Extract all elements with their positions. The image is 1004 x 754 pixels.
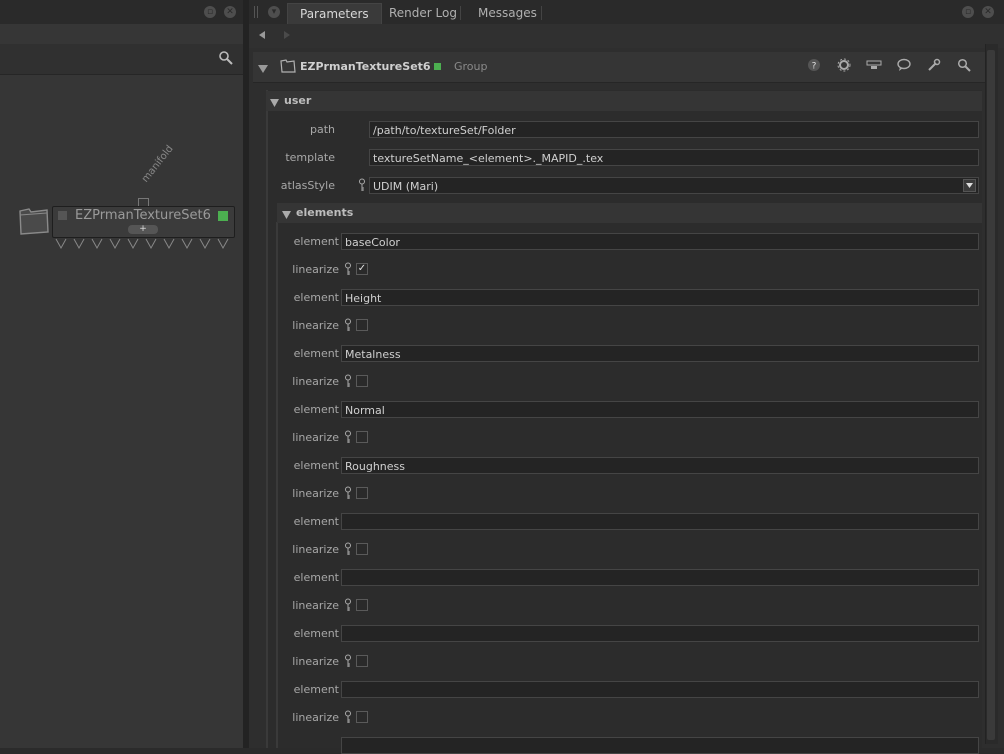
- tab-separator: [460, 6, 461, 20]
- key-icon[interactable]: [358, 178, 366, 195]
- node-graph-toolbar: [0, 44, 243, 75]
- template-field[interactable]: textureSetName_<element>._MAPID_.tex: [369, 149, 979, 166]
- scrollbar-thumb[interactable]: [987, 50, 995, 740]
- element-label: element: [293, 347, 339, 360]
- close-pane-icon[interactable]: ✕: [224, 6, 236, 18]
- node-view-flag[interactable]: [218, 211, 228, 221]
- linearize-checkbox[interactable]: [356, 599, 368, 611]
- key-icon[interactable]: [344, 486, 352, 503]
- triangle-left-icon[interactable]: [257, 30, 267, 43]
- element-label: element: [293, 515, 339, 528]
- linearize-label: linearize: [292, 599, 339, 612]
- linearize-label: linearize: [292, 375, 339, 388]
- template-label: template: [285, 151, 335, 164]
- pane-menu-icon[interactable]: ▾: [268, 6, 280, 18]
- layout-icon[interactable]: [866, 58, 882, 74]
- element-field[interactable]: [341, 625, 979, 642]
- tab-render-log[interactable]: Render Log: [377, 3, 469, 24]
- tab-messages[interactable]: Messages: [466, 3, 549, 24]
- help-icon[interactable]: ?: [806, 58, 822, 74]
- element-label: element: [293, 627, 339, 640]
- key-icon[interactable]: [344, 262, 352, 279]
- collapse-arrow-icon[interactable]: [270, 97, 279, 110]
- close-pane-icon[interactable]: ✕: [982, 6, 994, 18]
- element-label: element: [293, 403, 339, 416]
- linearize-checkbox[interactable]: [356, 487, 368, 499]
- element-label: element: [293, 291, 339, 304]
- linearize-checkbox[interactable]: [356, 655, 368, 667]
- node-graph-pane[interactable]: [0, 0, 243, 748]
- key-icon[interactable]: [344, 542, 352, 559]
- gear-icon[interactable]: [836, 58, 852, 74]
- float-pane-icon[interactable]: ▫: [204, 6, 216, 18]
- collapse-arrow-icon[interactable]: [258, 63, 268, 76]
- path-field[interactable]: /path/to/textureSet/Folder: [369, 121, 979, 138]
- tab-parameters[interactable]: Parameters: [287, 3, 382, 25]
- node-type-label: Group: [454, 60, 488, 73]
- linearize-label: linearize: [292, 655, 339, 668]
- element-label: element: [293, 683, 339, 696]
- linearize-label: linearize: [292, 431, 339, 444]
- add-port-button[interactable]: +: [128, 225, 158, 234]
- atlas-style-dropdown[interactable]: UDIM (Mari): [369, 177, 979, 194]
- key-icon[interactable]: [344, 374, 352, 391]
- magnifier-icon[interactable]: [956, 58, 972, 74]
- linearize-label: linearize: [292, 263, 339, 276]
- svg-text:?: ?: [812, 62, 817, 72]
- linearize-checkbox[interactable]: [356, 375, 368, 387]
- element-field[interactable]: baseColor: [341, 233, 979, 250]
- folder-icon: [280, 59, 296, 76]
- tab-separator: [541, 6, 542, 20]
- linearize-checkbox[interactable]: ✓: [356, 263, 368, 275]
- wrench-icon[interactable]: [926, 58, 942, 74]
- triangle-right-icon[interactable]: [282, 30, 292, 43]
- linearize-checkbox[interactable]: [356, 319, 368, 331]
- output-ports[interactable]: [55, 238, 235, 253]
- element-label: element: [293, 571, 339, 584]
- node-name-label[interactable]: EZPrmanTextureSet6: [300, 60, 431, 73]
- linearize-checkbox[interactable]: [356, 431, 368, 443]
- path-label: path: [309, 123, 335, 136]
- section-user[interactable]: [266, 91, 982, 111]
- key-icon[interactable]: [344, 318, 352, 335]
- element-field[interactable]: Normal: [341, 401, 979, 418]
- atlas-style-label: atlasStyle: [280, 179, 335, 192]
- search-icon[interactable]: [218, 50, 234, 69]
- linearize-label: linearize: [292, 711, 339, 724]
- collapse-arrow-icon[interactable]: [282, 209, 291, 222]
- linearize-checkbox[interactable]: [356, 543, 368, 555]
- linearize-label: linearize: [292, 319, 339, 332]
- element-field[interactable]: Metalness: [341, 345, 979, 362]
- section-elements[interactable]: [277, 203, 982, 223]
- drag-handle[interactable]: [254, 6, 258, 18]
- float-pane-icon[interactable]: ▫: [962, 6, 974, 18]
- element-field[interactable]: Roughness: [341, 457, 979, 474]
- element-label: element: [293, 235, 339, 248]
- section-title: user: [284, 94, 312, 107]
- key-icon[interactable]: [344, 710, 352, 727]
- element-field[interactable]: [341, 569, 979, 586]
- key-icon[interactable]: [344, 430, 352, 447]
- key-icon[interactable]: [344, 598, 352, 615]
- linearize-label: linearize: [292, 543, 339, 556]
- graph-node-label: EZPrmanTextureSet6: [75, 208, 211, 223]
- element-field[interactable]: [341, 513, 979, 530]
- history-navbar: [249, 24, 1004, 48]
- section-title: elements: [296, 206, 354, 219]
- key-icon[interactable]: [344, 654, 352, 671]
- dropdown-arrow-icon[interactable]: [963, 179, 976, 192]
- node-bypass-flag[interactable]: [58, 211, 67, 220]
- element-field[interactable]: [341, 737, 979, 754]
- status-indicator: [434, 63, 441, 70]
- linearize-label: linearize: [292, 487, 339, 500]
- folder-icon: [17, 205, 51, 240]
- element-label: element: [293, 459, 339, 472]
- linearize-checkbox[interactable]: [356, 711, 368, 723]
- element-field[interactable]: [341, 681, 979, 698]
- chat-icon[interactable]: [896, 58, 912, 74]
- element-field[interactable]: Height: [341, 289, 979, 306]
